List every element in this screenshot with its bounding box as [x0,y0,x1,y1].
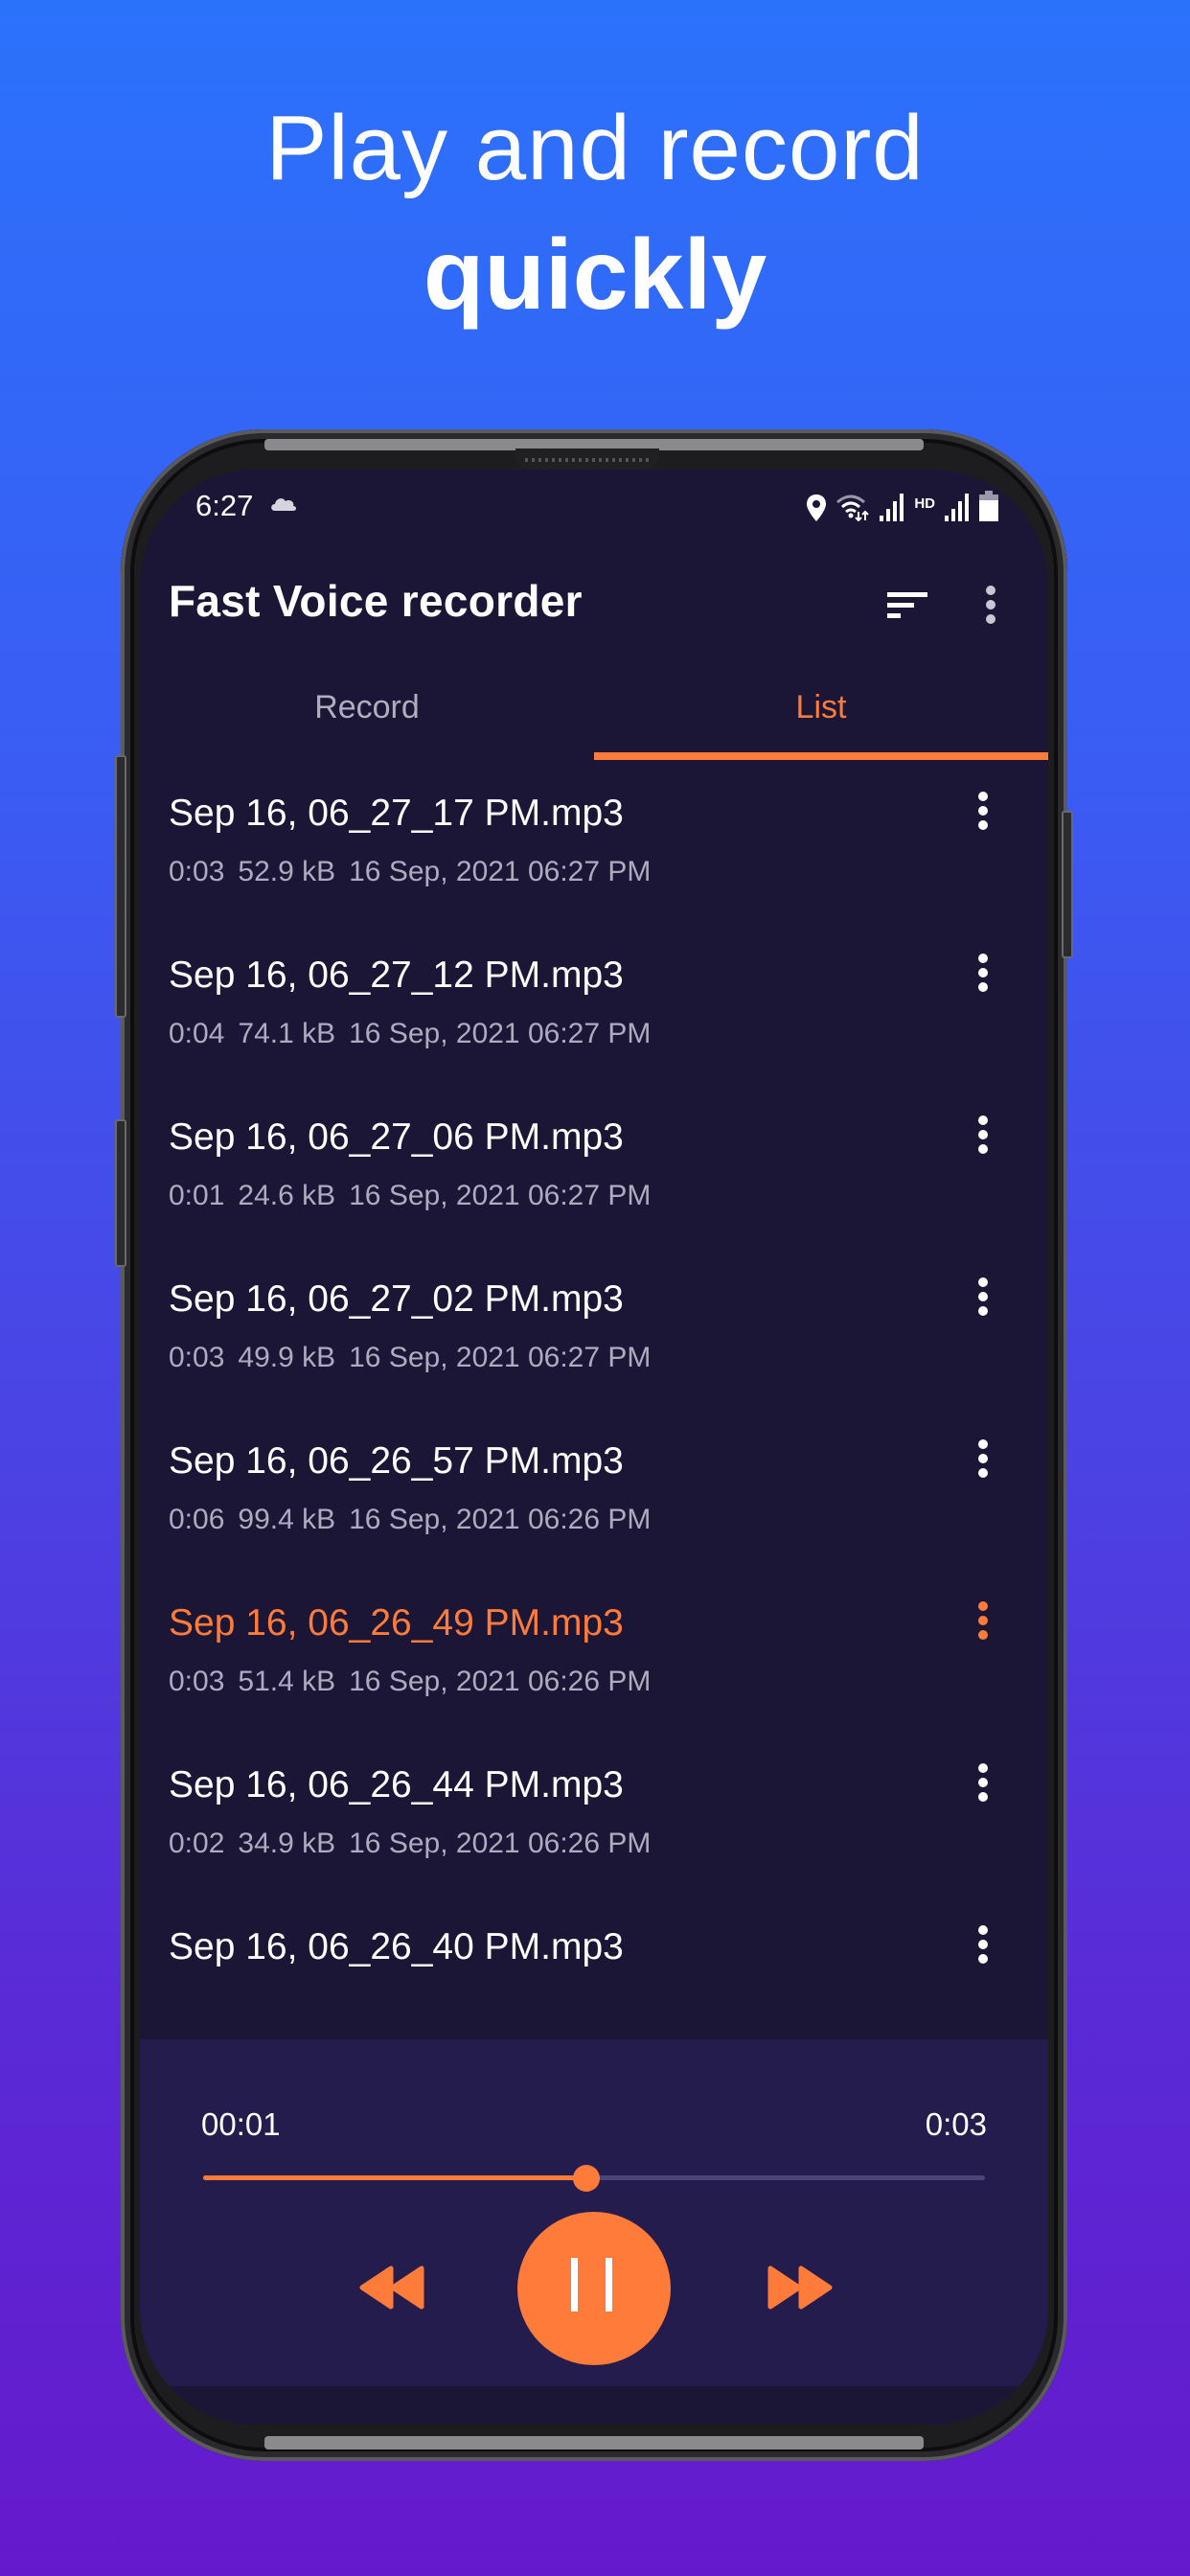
sort-icon[interactable] [883,586,931,625]
fast-forward-icon[interactable] [765,2266,834,2310]
cloud-icon [271,498,296,511]
app-title: Fast Voice recorder [169,576,583,626]
file-date: 16 Sep, 2021 06:27 PM [349,1342,652,1373]
volume-down-button [115,1119,126,1267]
file-list-item[interactable]: Sep 16, 06_26_40 PM.mp3 [140,1894,1048,2039]
more-options-icon[interactable] [973,1598,993,1646]
signal-icon [880,494,904,521]
seek-thumb[interactable] [572,2165,600,2192]
tab-record[interactable]: Record [140,666,594,760]
file-size: 34.9 kB [238,1828,336,1859]
status-time: 6:27 [195,489,254,522]
file-size: 24.6 kB [238,1180,336,1211]
navigation-bar-area [140,2386,1048,2425]
file-list-item[interactable]: Sep 16, 06_27_17 PM.mp3 0:03 52.9 kB 16 Sep… [140,760,1048,922]
file-name: Sep 16, 06_26_49 PM.mp3 [169,1602,624,1644]
phone-frame: 6:27 HD Fast Voice recorder Record List … [115,429,1073,2461]
hd-label: HD [914,495,935,512]
more-options-icon[interactable] [973,789,993,837]
file-list-item[interactable]: Sep 16, 06_26_44 PM.mp3 0:02 34.9 kB 16 Sep… [140,1732,1048,1894]
file-date: 16 Sep, 2021 06:26 PM [349,1828,652,1859]
app-screen: 6:27 HD Fast Voice recorder Record List … [140,470,1048,2425]
headline-line-1: Play and record [265,97,925,199]
more-options-icon[interactable] [973,1437,993,1484]
file-meta: 0:04 74.1 kB 16 Sep, 2021 06:27 PM [169,1018,664,1050]
file-name: Sep 16, 06_27_06 PM.mp3 [169,1116,624,1158]
status-bar: 6:27 HD [140,470,1048,537]
tab-bar: Record List [140,666,1048,760]
rewind-icon[interactable] [358,2266,427,2310]
file-duration: 0:04 [169,1018,225,1049]
file-size: 52.9 kB [238,856,336,887]
file-meta: 0:03 52.9 kB 16 Sep, 2021 06:27 PM [169,856,664,888]
file-duration: 0:03 [169,856,225,887]
power-button [1062,811,1073,958]
file-meta: 0:03 49.9 kB 16 Sep, 2021 06:27 PM [169,1342,664,1374]
file-name: Sep 16, 06_26_40 PM.mp3 [169,1926,624,1967]
file-duration: 0:03 [169,1666,225,1697]
file-meta: 0:02 34.9 kB 16 Sep, 2021 06:26 PM [169,1828,664,1860]
file-date: 16 Sep, 2021 06:26 PM [349,1504,652,1535]
file-meta: 0:03 51.4 kB 16 Sep, 2021 06:26 PM [169,1666,664,1698]
recordings-list: Sep 16, 06_27_17 PM.mp3 0:03 52.9 kB 16 Sep… [140,760,1048,2039]
location-icon [807,494,827,521]
pause-icon [606,2258,612,2312]
more-options-icon[interactable] [973,1113,993,1161]
more-options-icon[interactable] [973,1760,993,1808]
file-list-item[interactable]: Sep 16, 06_27_06 PM.mp3 0:01 24.6 kB 16 Sep… [140,1084,1048,1246]
battery-icon [979,491,998,521]
signal-icon [945,494,969,521]
file-duration: 0:06 [169,1504,225,1535]
file-name: Sep 16, 06_27_12 PM.mp3 [169,954,624,996]
file-size: 51.4 kB [238,1666,336,1697]
file-name: Sep 16, 06_27_02 PM.mp3 [169,1278,624,1320]
pause-icon [571,2258,578,2312]
file-list-item[interactable]: Sep 16, 06_26_49 PM.mp3 0:03 51.4 kB 16 Sep… [140,1570,1048,1732]
file-meta: 0:01 24.6 kB 16 Sep, 2021 06:27 PM [169,1180,664,1212]
file-date: 16 Sep, 2021 06:27 PM [349,1180,652,1211]
file-name: Sep 16, 06_27_17 PM.mp3 [169,793,624,834]
file-size: 74.1 kB [238,1018,336,1049]
seek-bar[interactable] [203,2164,985,2193]
status-icons: HD [807,489,998,521]
file-date: 16 Sep, 2021 06:27 PM [349,1018,652,1049]
tab-list[interactable]: List [594,666,1048,760]
more-options-icon[interactable] [973,1922,993,1970]
seek-progress [203,2175,586,2180]
tab-indicator [594,752,1048,760]
player-panel: 00:01 0:03 [140,2039,1048,2425]
earpiece-speaker [515,448,659,470]
app-bar: Fast Voice recorder [140,537,1048,661]
phone-bottom-edge [264,2436,924,2450]
file-duration: 0:01 [169,1180,225,1211]
file-list-item[interactable]: Sep 16, 06_26_57 PM.mp3 0:06 99.4 kB 16 Sep… [140,1408,1048,1570]
current-time: 00:01 [201,2106,281,2142]
more-options-icon[interactable] [973,951,993,999]
more-options-icon[interactable] [973,1275,993,1322]
file-date: 16 Sep, 2021 06:26 PM [349,1666,652,1697]
wifi-icon [836,494,870,521]
pause-button[interactable] [517,2212,671,2365]
volume-up-button [115,755,126,1018]
more-vert-icon[interactable] [981,583,1000,631]
file-date: 16 Sep, 2021 06:27 PM [349,856,652,887]
total-time: 0:03 [925,2106,987,2142]
file-duration: 0:03 [169,1342,225,1373]
file-name: Sep 16, 06_26_57 PM.mp3 [169,1440,624,1482]
file-size: 49.9 kB [238,1342,336,1373]
file-list-item[interactable]: Sep 16, 06_27_02 PM.mp3 0:03 49.9 kB 16 Sep… [140,1246,1048,1408]
file-size: 99.4 kB [238,1504,336,1535]
file-list-item[interactable]: Sep 16, 06_27_12 PM.mp3 0:04 74.1 kB 16 Sep… [140,922,1048,1084]
file-meta: 0:06 99.4 kB 16 Sep, 2021 06:26 PM [169,1504,664,1536]
file-name: Sep 16, 06_26_44 PM.mp3 [169,1764,624,1806]
file-duration: 0:02 [169,1828,225,1859]
headline-line-2: quickly [423,219,767,331]
